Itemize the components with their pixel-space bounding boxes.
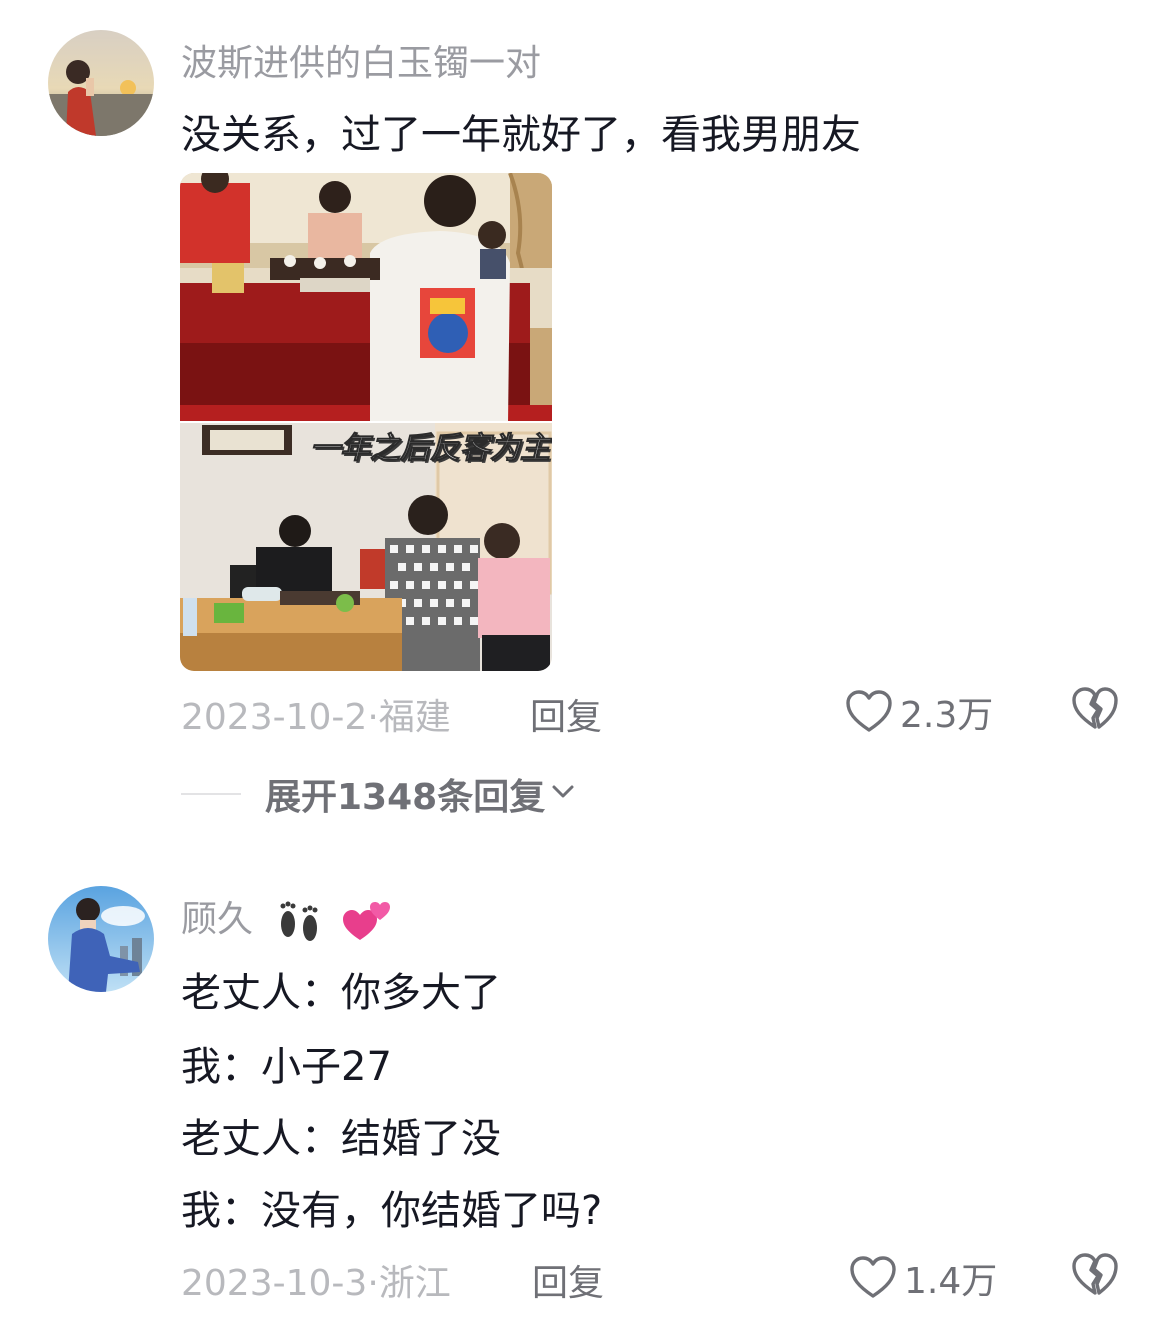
avatar[interactable]	[48, 886, 154, 992]
dislike-button[interactable]	[1072, 687, 1118, 731]
comment-image[interactable]: 一年之后反客为主	[180, 173, 552, 671]
footprints-emoji	[274, 898, 324, 944]
comment-text: 老丈人：你多大了	[181, 970, 501, 1016]
username[interactable]: 顾久	[181, 890, 392, 944]
heart-icon	[846, 690, 892, 734]
comment-meta: 2023-10-3·浙江	[181, 1254, 451, 1306]
meta-separator: ·	[367, 1263, 379, 1304]
avatar[interactable]	[48, 30, 154, 136]
reply-button[interactable]: 回复	[530, 688, 602, 740]
username-text: 顾久	[181, 899, 254, 940]
comment-text: 老丈人：结婚了没	[181, 1116, 501, 1162]
comment-date: 2023-10-3	[181, 1263, 368, 1304]
heart-icon	[850, 1256, 896, 1300]
like-count: 1.4万	[904, 1261, 998, 1302]
reply-button[interactable]: 回复	[532, 1254, 604, 1306]
expand-replies[interactable]: 展开1348条回复	[181, 768, 575, 820]
broken-heart-icon	[1072, 687, 1118, 731]
meta-separator: ·	[367, 697, 379, 738]
like-count: 2.3万	[900, 695, 994, 736]
comment-text: 我：小子27	[181, 1044, 392, 1090]
dislike-button[interactable]	[1072, 1253, 1118, 1297]
comment-text: 我：没有，你结婚了吗?	[181, 1188, 603, 1234]
like-button[interactable]: 1.4万	[850, 1252, 997, 1304]
username[interactable]: 波斯进供的白玉镯一对	[181, 34, 541, 86]
broken-heart-icon	[1072, 1253, 1118, 1297]
like-button[interactable]: 2.3万	[846, 686, 993, 738]
comment-location: 福建	[378, 697, 451, 738]
expand-replies-label: 展开1348条回复	[265, 777, 546, 818]
comment-text: 没关系，过了一年就好了，看我男朋友	[181, 112, 861, 158]
expand-divider	[181, 793, 241, 795]
image-caption: 一年之后反客为主	[310, 431, 551, 467]
comment-location: 浙江	[378, 1263, 451, 1304]
chevron-down-icon	[551, 784, 575, 804]
two-hearts-emoji	[340, 898, 392, 944]
comment-meta: 2023-10-2·福建	[181, 688, 451, 740]
comment-date: 2023-10-2	[181, 697, 368, 738]
